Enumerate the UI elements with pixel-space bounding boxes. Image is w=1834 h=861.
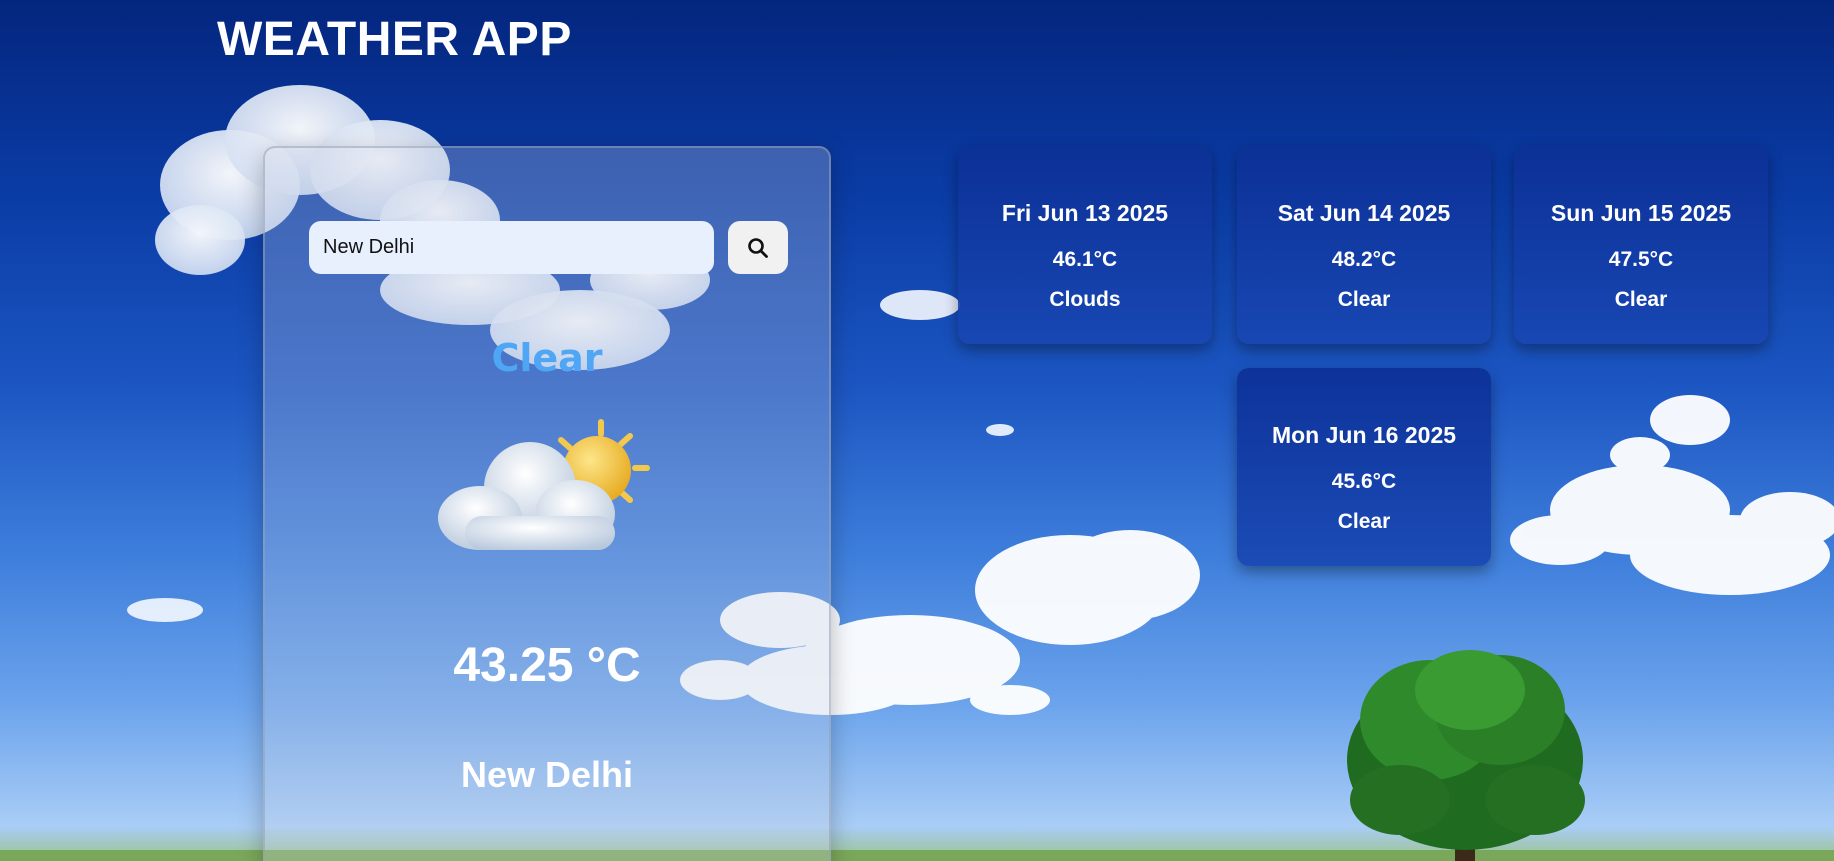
- current-temperature: 43.25 °C: [453, 639, 641, 692]
- forecast-date: Sun Jun 15 2025: [1550, 200, 1732, 226]
- forecast-temp: 45.6°C: [1331, 470, 1397, 493]
- search-input[interactable]: [309, 221, 714, 274]
- forecast-card: Sun Jun 15 2025 47.5°C Clear: [1514, 146, 1768, 344]
- forecast-card: Sat Jun 14 2025 48.2°C Clear: [1237, 146, 1491, 344]
- forecast-card: Fri Jun 13 2025 46.1°C Clouds: [958, 146, 1212, 344]
- forecast-temp: 47.5°C: [1608, 248, 1674, 271]
- partly-cloudy-icon: [438, 419, 650, 550]
- forecast-date: Fri Jun 13 2025: [1001, 200, 1169, 226]
- forecast-condition: Clear: [1337, 510, 1391, 533]
- forecast-date: Mon Jun 16 2025: [1271, 422, 1457, 448]
- search-icon: [748, 237, 768, 258]
- app-title: WEATHER APP: [217, 13, 572, 66]
- current-city: New Delhi: [460, 754, 634, 795]
- forecast-condition: Clouds: [1049, 288, 1121, 311]
- search-button[interactable]: [728, 221, 788, 274]
- forecast-temp: 46.1°C: [1052, 248, 1118, 271]
- forecast-condition: Clear: [1337, 288, 1391, 311]
- forecast-temp: 48.2°C: [1331, 248, 1397, 271]
- current-weather-card: Clear: [263, 146, 831, 861]
- current-condition: Clear: [491, 336, 603, 380]
- app-root: WEATHER APP Clear: [0, 0, 1834, 861]
- forecast-date: Sat Jun 14 2025: [1277, 200, 1451, 226]
- forecast-condition: Clear: [1614, 288, 1668, 311]
- forecast-card: Mon Jun 16 2025 45.6°C Clear: [1237, 368, 1491, 566]
